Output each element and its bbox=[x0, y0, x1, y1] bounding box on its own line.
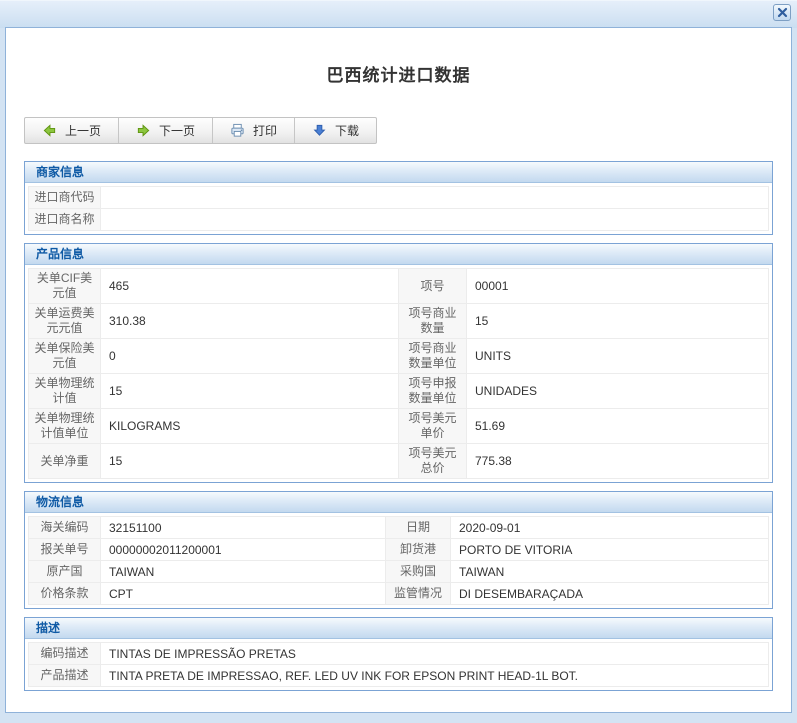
section-logistics-title: 物流信息 bbox=[25, 492, 772, 513]
field-label: 关单物理统计值单位 bbox=[29, 409, 101, 444]
table-row: 关单净重 15 项号美元总价 775.38 bbox=[29, 444, 769, 479]
field-value: TINTAS DE IMPRESSÃO PRETAS bbox=[101, 643, 769, 665]
field-label: 关单运费美元元值 bbox=[29, 304, 101, 339]
field-label: 价格条款 bbox=[29, 583, 101, 605]
section-description-title: 描述 bbox=[25, 618, 772, 639]
field-value: 00000002011200001 bbox=[101, 539, 386, 561]
field-value: PORTO DE VITORIA bbox=[451, 539, 769, 561]
page-title: 巴西统计进口数据 bbox=[6, 28, 791, 86]
table-row: 关单CIF美元值 465 项号 00001 bbox=[29, 269, 769, 304]
field-label: 关单物理统计值 bbox=[29, 374, 101, 409]
field-value: 32151100 bbox=[101, 517, 386, 539]
table-row: 进口商名称 bbox=[29, 209, 769, 231]
section-product: 产品信息 关单CIF美元值 465 项号 00001 关单运费美元元值 310.… bbox=[24, 243, 773, 483]
section-logistics: 物流信息 海关编码 32151100 日期 2020-09-01 报关单号 00… bbox=[24, 491, 773, 609]
table-row: 进口商代码 bbox=[29, 187, 769, 209]
prev-page-button[interactable]: 上一页 bbox=[25, 118, 119, 143]
next-page-button[interactable]: 下一页 bbox=[119, 118, 213, 143]
table-row: 产品描述 TINTA PRETA DE IMPRESSAO, REF. LED … bbox=[29, 665, 769, 687]
field-value: 310.38 bbox=[101, 304, 399, 339]
field-value: 15 bbox=[101, 444, 399, 479]
field-label: 项号商业数量 bbox=[399, 304, 467, 339]
printer-icon bbox=[230, 123, 245, 138]
field-value: DI DESEMBARAÇADA bbox=[451, 583, 769, 605]
field-value: TAIWAN bbox=[451, 561, 769, 583]
field-value: 0 bbox=[101, 339, 399, 374]
table-row: 关单保险美元值 0 项号商业数量单位 UNITS bbox=[29, 339, 769, 374]
field-value bbox=[101, 187, 769, 209]
field-label: 项号 bbox=[399, 269, 467, 304]
field-value bbox=[101, 209, 769, 231]
field-label: 进口商代码 bbox=[29, 187, 101, 209]
table-row: 编码描述 TINTAS DE IMPRESSÃO PRETAS bbox=[29, 643, 769, 665]
field-label: 项号美元总价 bbox=[399, 444, 467, 479]
blue-arrow-down-icon bbox=[312, 123, 327, 138]
section-merchant-title: 商家信息 bbox=[25, 162, 772, 183]
field-label: 原产国 bbox=[29, 561, 101, 583]
field-label: 监管情况 bbox=[386, 583, 451, 605]
field-label: 项号美元单价 bbox=[399, 409, 467, 444]
field-value: UNITS bbox=[467, 339, 769, 374]
field-value: KILOGRAMS bbox=[101, 409, 399, 444]
field-value: 775.38 bbox=[467, 444, 769, 479]
field-value: UNIDADES bbox=[467, 374, 769, 409]
prev-page-label: 上一页 bbox=[65, 122, 101, 139]
next-page-label: 下一页 bbox=[159, 122, 195, 139]
table-row: 关单物理统计值 15 项号申报数量单位 UNIDADES bbox=[29, 374, 769, 409]
field-label: 进口商名称 bbox=[29, 209, 101, 231]
field-value: 51.69 bbox=[467, 409, 769, 444]
dialog-titlebar bbox=[0, 0, 797, 28]
section-merchant: 商家信息 进口商代码 进口商名称 bbox=[24, 161, 773, 235]
green-arrow-right-icon bbox=[136, 123, 151, 138]
field-value: 15 bbox=[467, 304, 769, 339]
table-row: 海关编码 32151100 日期 2020-09-01 bbox=[29, 517, 769, 539]
dialog-panel: 巴西统计进口数据 上一页 下一页 bbox=[5, 27, 792, 713]
field-value: 15 bbox=[101, 374, 399, 409]
print-button[interactable]: 打印 bbox=[213, 118, 295, 143]
close-button[interactable] bbox=[773, 4, 791, 21]
table-row: 原产国 TAIWAN 采购国 TAIWAN bbox=[29, 561, 769, 583]
field-value: 00001 bbox=[467, 269, 769, 304]
field-label: 项号商业数量单位 bbox=[399, 339, 467, 374]
field-label: 项号申报数量单位 bbox=[399, 374, 467, 409]
table-row: 价格条款 CPT 监管情况 DI DESEMBARAÇADA bbox=[29, 583, 769, 605]
field-label: 日期 bbox=[386, 517, 451, 539]
toolbar: 上一页 下一页 打印 bbox=[24, 117, 377, 144]
green-arrow-left-icon bbox=[42, 123, 57, 138]
download-button[interactable]: 下载 bbox=[295, 118, 376, 143]
download-label: 下载 bbox=[335, 122, 359, 139]
field-label: 采购国 bbox=[386, 561, 451, 583]
field-value: 465 bbox=[101, 269, 399, 304]
table-row: 关单运费美元元值 310.38 项号商业数量 15 bbox=[29, 304, 769, 339]
field-label: 海关编码 bbox=[29, 517, 101, 539]
field-label: 编码描述 bbox=[29, 643, 101, 665]
field-value: TINTA PRETA DE IMPRESSAO, REF. LED UV IN… bbox=[101, 665, 769, 687]
field-value: 2020-09-01 bbox=[451, 517, 769, 539]
field-label: 报关单号 bbox=[29, 539, 101, 561]
field-value: CPT bbox=[101, 583, 386, 605]
description-table: 编码描述 TINTAS DE IMPRESSÃO PRETAS 产品描述 TIN… bbox=[28, 642, 769, 687]
product-table: 关单CIF美元值 465 项号 00001 关单运费美元元值 310.38 项号… bbox=[28, 268, 769, 479]
field-label: 关单净重 bbox=[29, 444, 101, 479]
field-label: 卸货港 bbox=[386, 539, 451, 561]
print-label: 打印 bbox=[253, 122, 277, 139]
section-product-title: 产品信息 bbox=[25, 244, 772, 265]
field-value: TAIWAN bbox=[101, 561, 386, 583]
merchant-table: 进口商代码 进口商名称 bbox=[28, 186, 769, 231]
table-row: 报关单号 00000002011200001 卸货港 PORTO DE VITO… bbox=[29, 539, 769, 561]
close-icon bbox=[777, 7, 788, 18]
field-label: 产品描述 bbox=[29, 665, 101, 687]
logistics-table: 海关编码 32151100 日期 2020-09-01 报关单号 0000000… bbox=[28, 516, 769, 605]
field-label: 关单CIF美元值 bbox=[29, 269, 101, 304]
section-description: 描述 编码描述 TINTAS DE IMPRESSÃO PRETAS 产品描述 … bbox=[24, 617, 773, 691]
field-label: 关单保险美元值 bbox=[29, 339, 101, 374]
table-row: 关单物理统计值单位 KILOGRAMS 项号美元单价 51.69 bbox=[29, 409, 769, 444]
